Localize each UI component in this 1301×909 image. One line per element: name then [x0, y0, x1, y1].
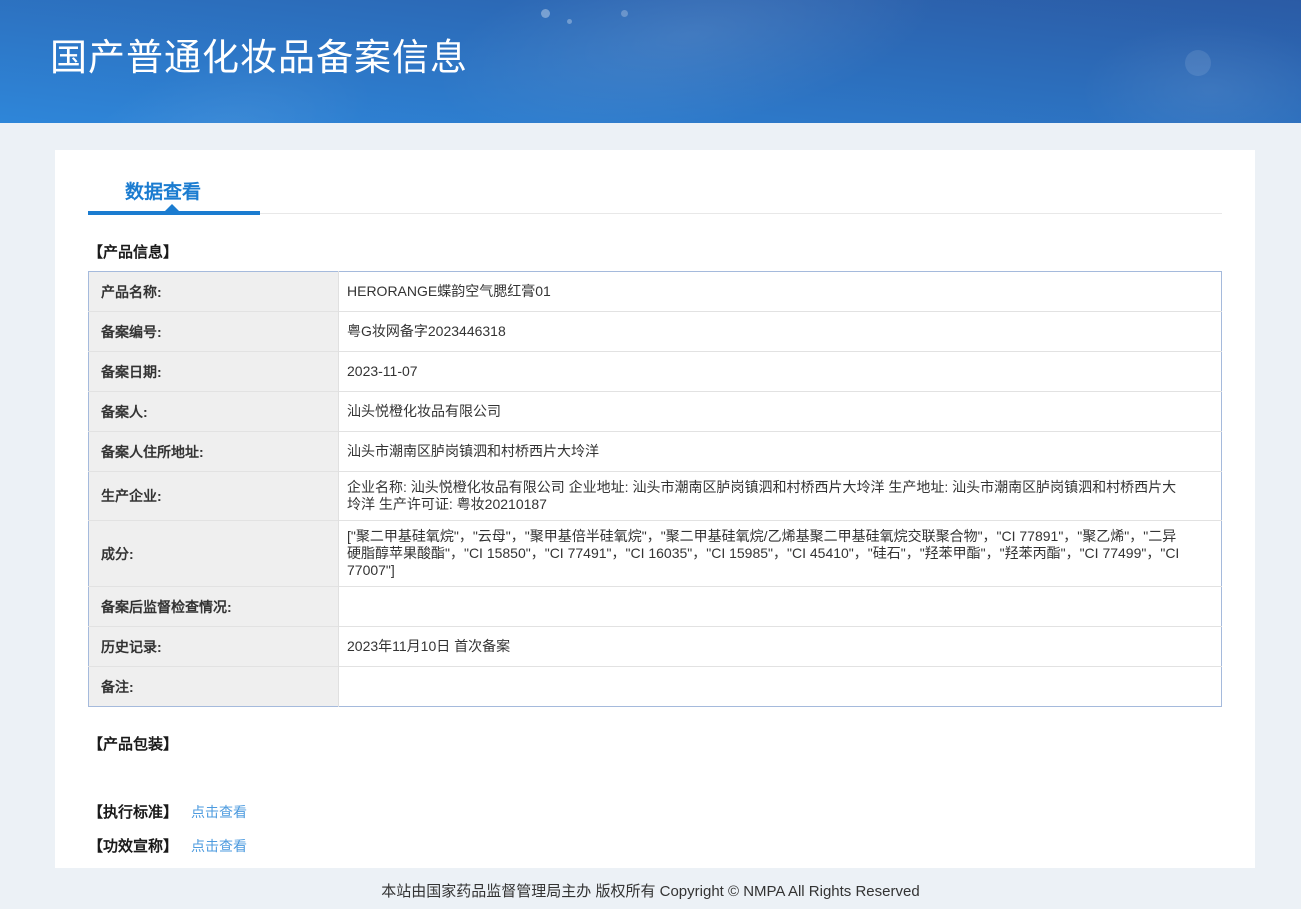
- row-label: 历史记录:: [89, 627, 339, 667]
- row-label: 备注:: [89, 667, 339, 707]
- row-value: HERORANGE蝶韵空气腮红膏01: [339, 272, 1222, 312]
- table-row: 备案人住所地址: 汕头市潮南区胪岗镇泗和村桥西片大坽洋: [89, 432, 1222, 472]
- row-value: 2023年11月10日 首次备案: [339, 627, 1222, 667]
- product-info-table: 产品名称: HERORANGE蝶韵空气腮红膏01 备案编号: 粤G妆网备字202…: [88, 271, 1222, 707]
- tab-active-triangle-icon: [164, 204, 180, 212]
- efficacy-claim-view-link[interactable]: 点击查看: [191, 836, 247, 856]
- content-card: 数据查看 【产品信息】 产品名称: HERORANGE蝶韵空气腮红膏01 备案编…: [55, 150, 1255, 868]
- row-label: 备案编号:: [89, 312, 339, 352]
- section-execution-standard-title: 【执行标准】: [88, 801, 178, 822]
- row-value: [339, 587, 1222, 627]
- table-row: 备案人: 汕头悦橙化妆品有限公司: [89, 392, 1222, 432]
- banner-decoration-dot: [567, 19, 572, 24]
- row-label: 备案日期:: [89, 352, 339, 392]
- table-row: 生产企业: 企业名称: 汕头悦橙化妆品有限公司 企业地址: 汕头市潮南区胪岗镇泗…: [89, 472, 1222, 521]
- execution-standard-row: 【执行标准】 点击查看: [88, 801, 1222, 822]
- banner-decoration-blob: [416, 0, 964, 123]
- banner-decoration-blob: [1080, 20, 1301, 123]
- table-row: 备注:: [89, 667, 1222, 707]
- row-value: 粤G妆网备字2023446318: [339, 312, 1222, 352]
- row-value: 汕头市潮南区胪岗镇泗和村桥西片大坽洋: [339, 432, 1222, 472]
- page-footer: 本站由国家药品监督管理局主办 版权所有 Copyright © NMPA All…: [0, 868, 1301, 909]
- row-value: ["聚二甲基硅氧烷"，"云母"，"聚甲基倍半硅氧烷"，"聚二甲基硅氧烷/乙烯基聚…: [339, 521, 1222, 587]
- section-product-info-title: 【产品信息】: [88, 241, 1222, 262]
- table-row: 备案后监督检查情况:: [89, 587, 1222, 627]
- table-row: 成分: ["聚二甲基硅氧烷"，"云母"，"聚甲基倍半硅氧烷"，"聚二甲基硅氧烷/…: [89, 521, 1222, 587]
- row-label: 备案人:: [89, 392, 339, 432]
- row-value: 2023-11-07: [339, 352, 1222, 392]
- row-label: 备案人住所地址:: [89, 432, 339, 472]
- row-label: 生产企业:: [89, 472, 339, 521]
- tab-divider-line: [88, 213, 1222, 214]
- row-value: [339, 667, 1222, 707]
- page-header-banner: 国产普通化妆品备案信息: [0, 0, 1301, 123]
- row-label: 产品名称:: [89, 272, 339, 312]
- section-efficacy-claim-title: 【功效宣称】: [88, 835, 178, 856]
- table-row: 备案编号: 粤G妆网备字2023446318: [89, 312, 1222, 352]
- row-value: 汕头悦橙化妆品有限公司: [339, 392, 1222, 432]
- tab-data-view[interactable]: 数据查看: [125, 182, 201, 204]
- table-row: 备案日期: 2023-11-07: [89, 352, 1222, 392]
- row-label: 备案后监督检查情况:: [89, 587, 339, 627]
- banner-decoration-dot: [541, 9, 550, 18]
- row-label: 成分:: [89, 521, 339, 587]
- table-row: 历史记录: 2023年11月10日 首次备案: [89, 627, 1222, 667]
- row-value: 企业名称: 汕头悦橙化妆品有限公司 企业地址: 汕头市潮南区胪岗镇泗和村桥西片大…: [339, 472, 1222, 521]
- banner-decoration-dot: [1185, 50, 1211, 76]
- page-title: 国产普通化妆品备案信息: [50, 27, 468, 81]
- efficacy-claim-row: 【功效宣称】 点击查看: [88, 835, 1222, 856]
- copyright-text: 本站由国家药品监督管理局主办 版权所有 Copyright © NMPA All…: [381, 883, 919, 900]
- table-row: 产品名称: HERORANGE蝶韵空气腮红膏01: [89, 272, 1222, 312]
- execution-standard-view-link[interactable]: 点击查看: [191, 802, 247, 822]
- tab-bar: 数据查看: [88, 150, 1222, 214]
- section-product-packaging-title: 【产品包装】: [88, 733, 1222, 754]
- banner-decoration-dot: [621, 10, 628, 17]
